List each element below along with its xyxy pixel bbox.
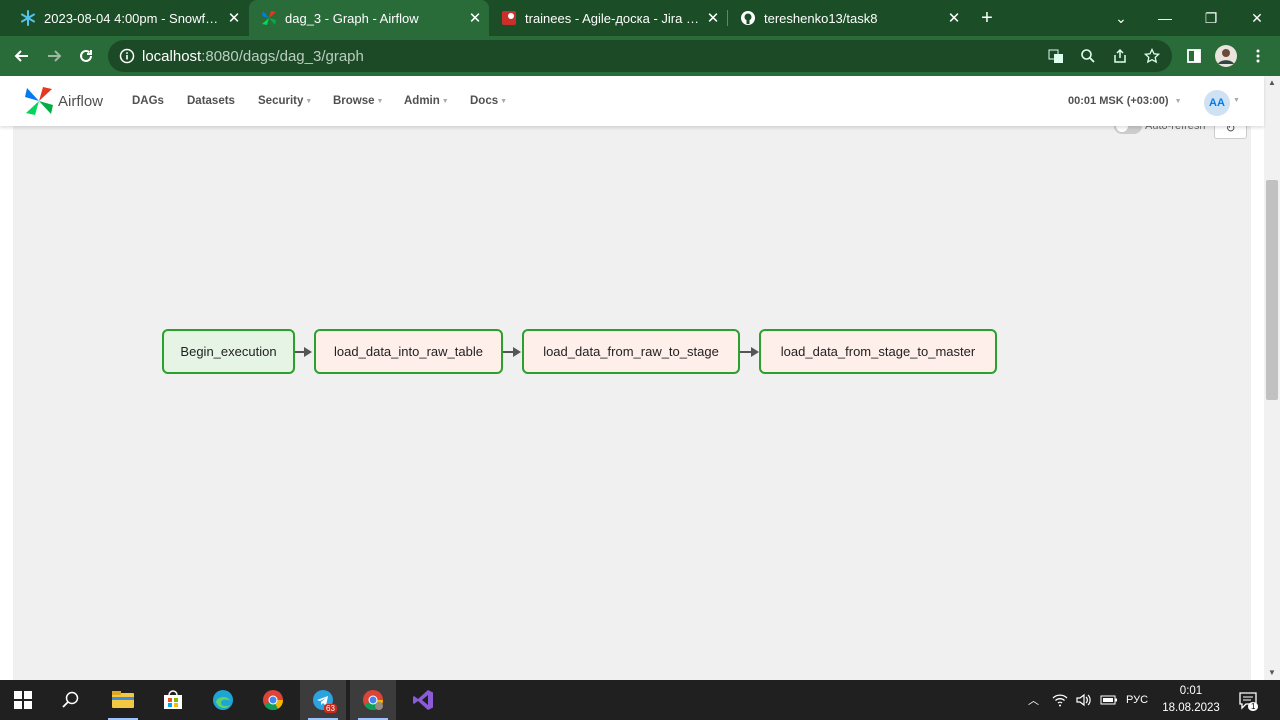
close-icon[interactable]: ✕ (940, 9, 968, 27)
edge-line (740, 351, 751, 353)
restore-button[interactable]: ❐ (1188, 0, 1234, 36)
airflow-navbar: Airflow DAGs Datasets Security ▼ Browse ▼ … (0, 76, 1264, 126)
edge-arrow-icon (304, 347, 312, 357)
close-window-button[interactable]: ✕ (1234, 0, 1280, 36)
scroll-up-icon[interactable]: ▲ (1264, 76, 1280, 90)
chrome-profile-icon[interactable] (350, 680, 396, 720)
tab-strip: 2023-08-04 4:00pm - Snowflake ✕ dag_3 - … (0, 0, 1280, 36)
telegram-badge: 63 (324, 704, 337, 713)
browser-menu-icon[interactable] (1244, 42, 1272, 70)
chrome-icon[interactable] (250, 680, 296, 720)
close-icon[interactable]: ✕ (461, 9, 489, 27)
airflow-icon (261, 10, 277, 26)
back-icon[interactable] (8, 42, 36, 70)
bookmark-star-icon[interactable] (1140, 44, 1164, 68)
menu-datasets[interactable]: Datasets (187, 76, 235, 126)
show-hidden-icons[interactable]: ︿ (1028, 680, 1039, 720)
tab-title: trainees - Agile-доска - Jira Inno (525, 10, 699, 26)
task-node-load-data-from-raw-to-stage[interactable]: load_data_from_raw_to_stage (522, 329, 740, 374)
address-bar[interactable]: localhost:8080/dags/dag_3/graph (108, 40, 1172, 72)
chevron-down-icon: ▼ (376, 97, 384, 105)
task-label: load_data_from_stage_to_master (780, 344, 976, 359)
dag-graph-canvas[interactable] (13, 126, 1251, 680)
reload-icon[interactable] (72, 42, 100, 70)
menu-browse[interactable]: Browse ▼ (333, 76, 383, 126)
menu-dags[interactable]: DAGs (132, 76, 164, 126)
chevron-down-icon: ▼ (1174, 97, 1182, 105)
timezone-menu[interactable]: 00:01 MSK (+03:00) ▼ (1068, 76, 1182, 126)
airflow-logo-icon (25, 87, 53, 115)
page-scrollbar[interactable]: ▲ ▼ (1264, 76, 1280, 680)
volume-icon[interactable] (1076, 680, 1092, 720)
user-avatar[interactable]: AA (1204, 90, 1230, 116)
jira-icon (501, 10, 517, 26)
chevron-down-icon[interactable]: ▼ (1233, 97, 1240, 104)
tab-search-icon[interactable]: ⌄ (1098, 0, 1144, 36)
tab-title: tereshenko13/task8 (764, 10, 878, 26)
tab-airflow[interactable]: dag_3 - Graph - Airflow ✕ (249, 0, 489, 36)
airflow-brand: Airflow (58, 92, 104, 110)
task-node-load-data-into-raw-table[interactable]: load_data_into_raw_table (314, 329, 503, 374)
chevron-down-icon: ▼ (305, 97, 313, 105)
search-icon[interactable] (48, 680, 94, 720)
wifi-icon[interactable] (1052, 680, 1068, 720)
browser-toolbar: localhost:8080/dags/dag_3/graph (0, 36, 1280, 76)
store-icon[interactable] (150, 680, 196, 720)
tab-title: dag_3 - Graph - Airflow (285, 10, 419, 26)
edge-arrow-icon (751, 347, 759, 357)
task-node-load-data-from-stage-to-master[interactable]: load_data_from_stage_to_master (759, 329, 997, 374)
tab-snowflake[interactable]: 2023-08-04 4:00pm - Snowflake ✕ (8, 0, 248, 36)
close-icon[interactable]: ✕ (220, 9, 248, 27)
chevron-down-icon: ▼ (441, 97, 449, 105)
scroll-thumb[interactable] (1266, 180, 1278, 400)
clock-time: 0:01 (1179, 685, 1203, 697)
forward-icon[interactable] (40, 42, 68, 70)
side-panel-icon[interactable] (1180, 42, 1208, 70)
tab-title: 2023-08-04 4:00pm - Snowflake (44, 10, 220, 26)
telegram-icon[interactable]: 63 (300, 680, 346, 720)
site-info-icon[interactable] (112, 48, 142, 64)
profile-avatar[interactable] (1212, 42, 1240, 70)
snowflake-icon (20, 10, 36, 26)
windows-taskbar: 63 ︿ РУС 0:01 18.08.2023 1 (0, 680, 1280, 720)
share-icon[interactable] (1108, 44, 1132, 68)
visual-studio-icon[interactable] (400, 680, 446, 720)
clock-date: 18.08.2023 (1162, 702, 1220, 714)
zoom-icon[interactable] (1076, 44, 1100, 68)
task-node-begin-execution[interactable]: Begin_execution (162, 329, 295, 374)
tab-jira[interactable]: trainees - Agile-доска - Jira Inno ✕ (489, 0, 727, 36)
url-text: localhost:8080/dags/dag_3/graph (142, 47, 364, 65)
windows-start-icon[interactable] (0, 680, 46, 720)
minimize-button[interactable]: — (1142, 0, 1188, 36)
menu-docs[interactable]: Docs ▼ (470, 76, 507, 126)
new-tab-button[interactable]: + (976, 4, 998, 32)
task-label: load_data_into_raw_table (334, 344, 483, 359)
edge-arrow-icon (513, 347, 521, 357)
battery-icon[interactable] (1100, 680, 1118, 720)
task-label: load_data_from_raw_to_stage (543, 344, 719, 359)
edge-browser-icon[interactable] (200, 680, 246, 720)
menu-security[interactable]: Security ▼ (258, 76, 312, 126)
chevron-down-icon: ▼ (500, 97, 508, 105)
airflow-logo[interactable]: Airflow (24, 84, 103, 118)
task-label: Begin_execution (180, 344, 277, 359)
tab-github[interactable]: tereshenko13/task8 ✕ (728, 0, 968, 36)
notification-center-icon[interactable]: 1 (1238, 680, 1259, 720)
file-explorer-icon[interactable] (100, 680, 146, 720)
scroll-down-icon[interactable]: ▼ (1264, 666, 1280, 680)
github-icon (740, 10, 756, 26)
language-indicator[interactable]: РУС (1126, 680, 1148, 720)
menu-admin[interactable]: Admin ▼ (404, 76, 449, 126)
system-clock[interactable]: 0:01 18.08.2023 (1158, 683, 1224, 717)
close-icon[interactable]: ✕ (699, 9, 727, 27)
translate-icon[interactable] (1044, 44, 1068, 68)
